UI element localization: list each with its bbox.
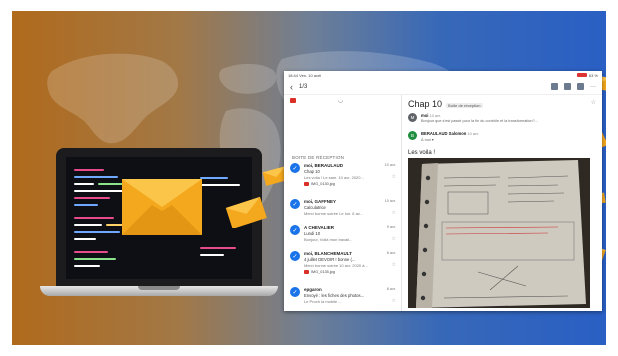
mail-time: 8 avr.: [386, 251, 396, 255]
envelope-icon: [122, 179, 202, 235]
attachment-chip[interactable]: IMG_0135.jpg: [304, 270, 398, 274]
list-item[interactable]: ✓ moi, BERAULAUD Chap 10 Les voila ! Le …: [290, 163, 398, 195]
mail-icon[interactable]: [577, 83, 584, 90]
star-icon[interactable]: ☆: [392, 262, 396, 268]
mail-sender: moi, BLANCHEMAULT: [304, 251, 352, 256]
mail-subject: 4 juillet DEVOIR ! bonne (...: [304, 257, 356, 262]
message-body-text: Les voila !: [408, 150, 436, 156]
inbox-section-label: BOITE DE RÉCEPTION: [292, 155, 345, 160]
thread-sender: BERAULAUD Salomon: [421, 131, 467, 136]
mail-subject: Lundi 10: [304, 231, 321, 236]
inbox-list: ◡ BOITE DE RÉCEPTION ✓ moi, BERAULAUD Ch…: [284, 95, 402, 311]
avatar: M: [408, 113, 417, 122]
mail-subject: Chap 10: [304, 169, 320, 174]
back-arrow-icon[interactable]: ‹: [290, 82, 293, 92]
selected-check-icon[interactable]: ✓: [290, 163, 300, 173]
mail-time: 10 avr.: [384, 163, 396, 167]
mail-snippet: Merci bonne soirée 10 avr. 2020 à...: [304, 263, 368, 268]
attached-photo[interactable]: [408, 158, 590, 308]
gmail-logo-icon: [290, 98, 296, 103]
thread-message[interactable]: M moi 10 avr. Bonjour que s'est passé po…: [408, 113, 538, 123]
mail-snippet: Les voila ! Le sam. 10 avr. 2020...: [304, 175, 364, 180]
more-options-icon[interactable]: ···: [590, 84, 596, 90]
battery-icon: [576, 73, 587, 77]
worksheet-photo-image: [408, 158, 590, 308]
image-icon: [304, 182, 309, 186]
avatar: B: [408, 131, 417, 140]
flying-envelope-icon: [225, 196, 267, 228]
attachment-chip[interactable]: IMG_0130.jpg: [304, 182, 398, 186]
battery-level: 63 %: [588, 72, 598, 78]
gmail-tablet-screenshot: 18:44 Ven. 10 avril 63 % ‹ 1/3 ··· ◡ BOI…: [284, 71, 602, 311]
list-item[interactable]: ✓ moi, GAFFNEY Calculatrice Merci bonne …: [290, 199, 398, 223]
message-reader: Chap 10 Boîte de réception ☆ M moi 10 av…: [402, 95, 602, 311]
mail-subject: Envoyé : les fiches des photos...: [304, 293, 365, 298]
status-indicators: 63 %: [576, 72, 598, 78]
laptop-notch: [138, 286, 180, 290]
mail-sender: epgaron: [304, 287, 322, 292]
list-item[interactable]: ✓ A CHEVALIER Lundi 10 Bonjour, Voilà mo…: [290, 225, 398, 249]
thread-date: 10 avr.: [429, 114, 442, 118]
thread-recipient: À moi ▾: [421, 138, 434, 142]
thread-snippet: Bonjour que s'est passé pour la fin du c…: [421, 119, 538, 123]
mail-time: 8 avr.: [386, 287, 396, 291]
message-counter: 1/3: [299, 83, 308, 90]
selected-check-icon[interactable]: ✓: [290, 199, 300, 209]
attachment-name: IMG_0135.jpg: [311, 270, 335, 274]
attachment-name: IMG_0130.jpg: [311, 182, 335, 186]
refresh-spinner-icon: ◡: [338, 98, 344, 104]
status-time: 18:44 Ven. 10 avril: [288, 72, 322, 78]
status-bar: 18:44 Ven. 10 avril 63 %: [284, 71, 602, 79]
star-icon[interactable]: ☆: [591, 99, 596, 106]
message-subject-line: Chap 10 Boîte de réception: [408, 99, 596, 109]
thread-date: 10 avr.: [467, 132, 479, 136]
mail-snippet: Le Proch la mobile ...: [304, 299, 342, 304]
mail-snippet: Bonjour, Voilà mon travail...: [304, 237, 353, 242]
thread-sender: moi: [421, 113, 429, 118]
image-icon: [304, 270, 309, 274]
mail-sender: A CHEVALIER: [304, 225, 335, 230]
list-item[interactable]: ✓ epgaron Envoyé : les fiches des photos…: [290, 287, 398, 311]
star-icon[interactable]: ☆: [392, 298, 396, 304]
selected-check-icon[interactable]: ✓: [290, 225, 300, 235]
mail-snippet: Merci bonne soirée Le lun. 6 av...: [304, 211, 363, 216]
mail-time: 9 avr.: [386, 225, 396, 229]
app-toolbar: ‹ 1/3 ···: [284, 79, 602, 95]
star-icon[interactable]: ☆: [392, 236, 396, 242]
archive-icon[interactable]: [551, 83, 558, 90]
selected-check-icon[interactable]: ✓: [290, 287, 300, 297]
banner-illustration: 18:44 Ven. 10 avril 63 % ‹ 1/3 ··· ◡ BOI…: [12, 11, 606, 345]
message-subject: Chap 10: [408, 99, 443, 109]
selected-check-icon[interactable]: ✓: [290, 251, 300, 261]
star-icon[interactable]: ☆: [392, 210, 396, 216]
toolbar-actions: ···: [551, 83, 596, 90]
mail-time: 10 avr.: [384, 199, 396, 203]
tablet-content: ◡ BOITE DE RÉCEPTION ✓ moi, BERAULAUD Ch…: [284, 95, 602, 311]
trash-icon[interactable]: [564, 83, 571, 90]
inbox-label-chip[interactable]: Boîte de réception: [446, 103, 483, 108]
list-item[interactable]: ✓ moi, BLANCHEMAULT 4 juillet DEVOIR ! b…: [290, 251, 398, 283]
mail-subject: Calculatrice: [304, 205, 326, 210]
thread-message[interactable]: B BERAULAUD Salomon 10 avr. À moi ▾: [408, 131, 479, 142]
star-icon[interactable]: ☆: [392, 174, 396, 180]
